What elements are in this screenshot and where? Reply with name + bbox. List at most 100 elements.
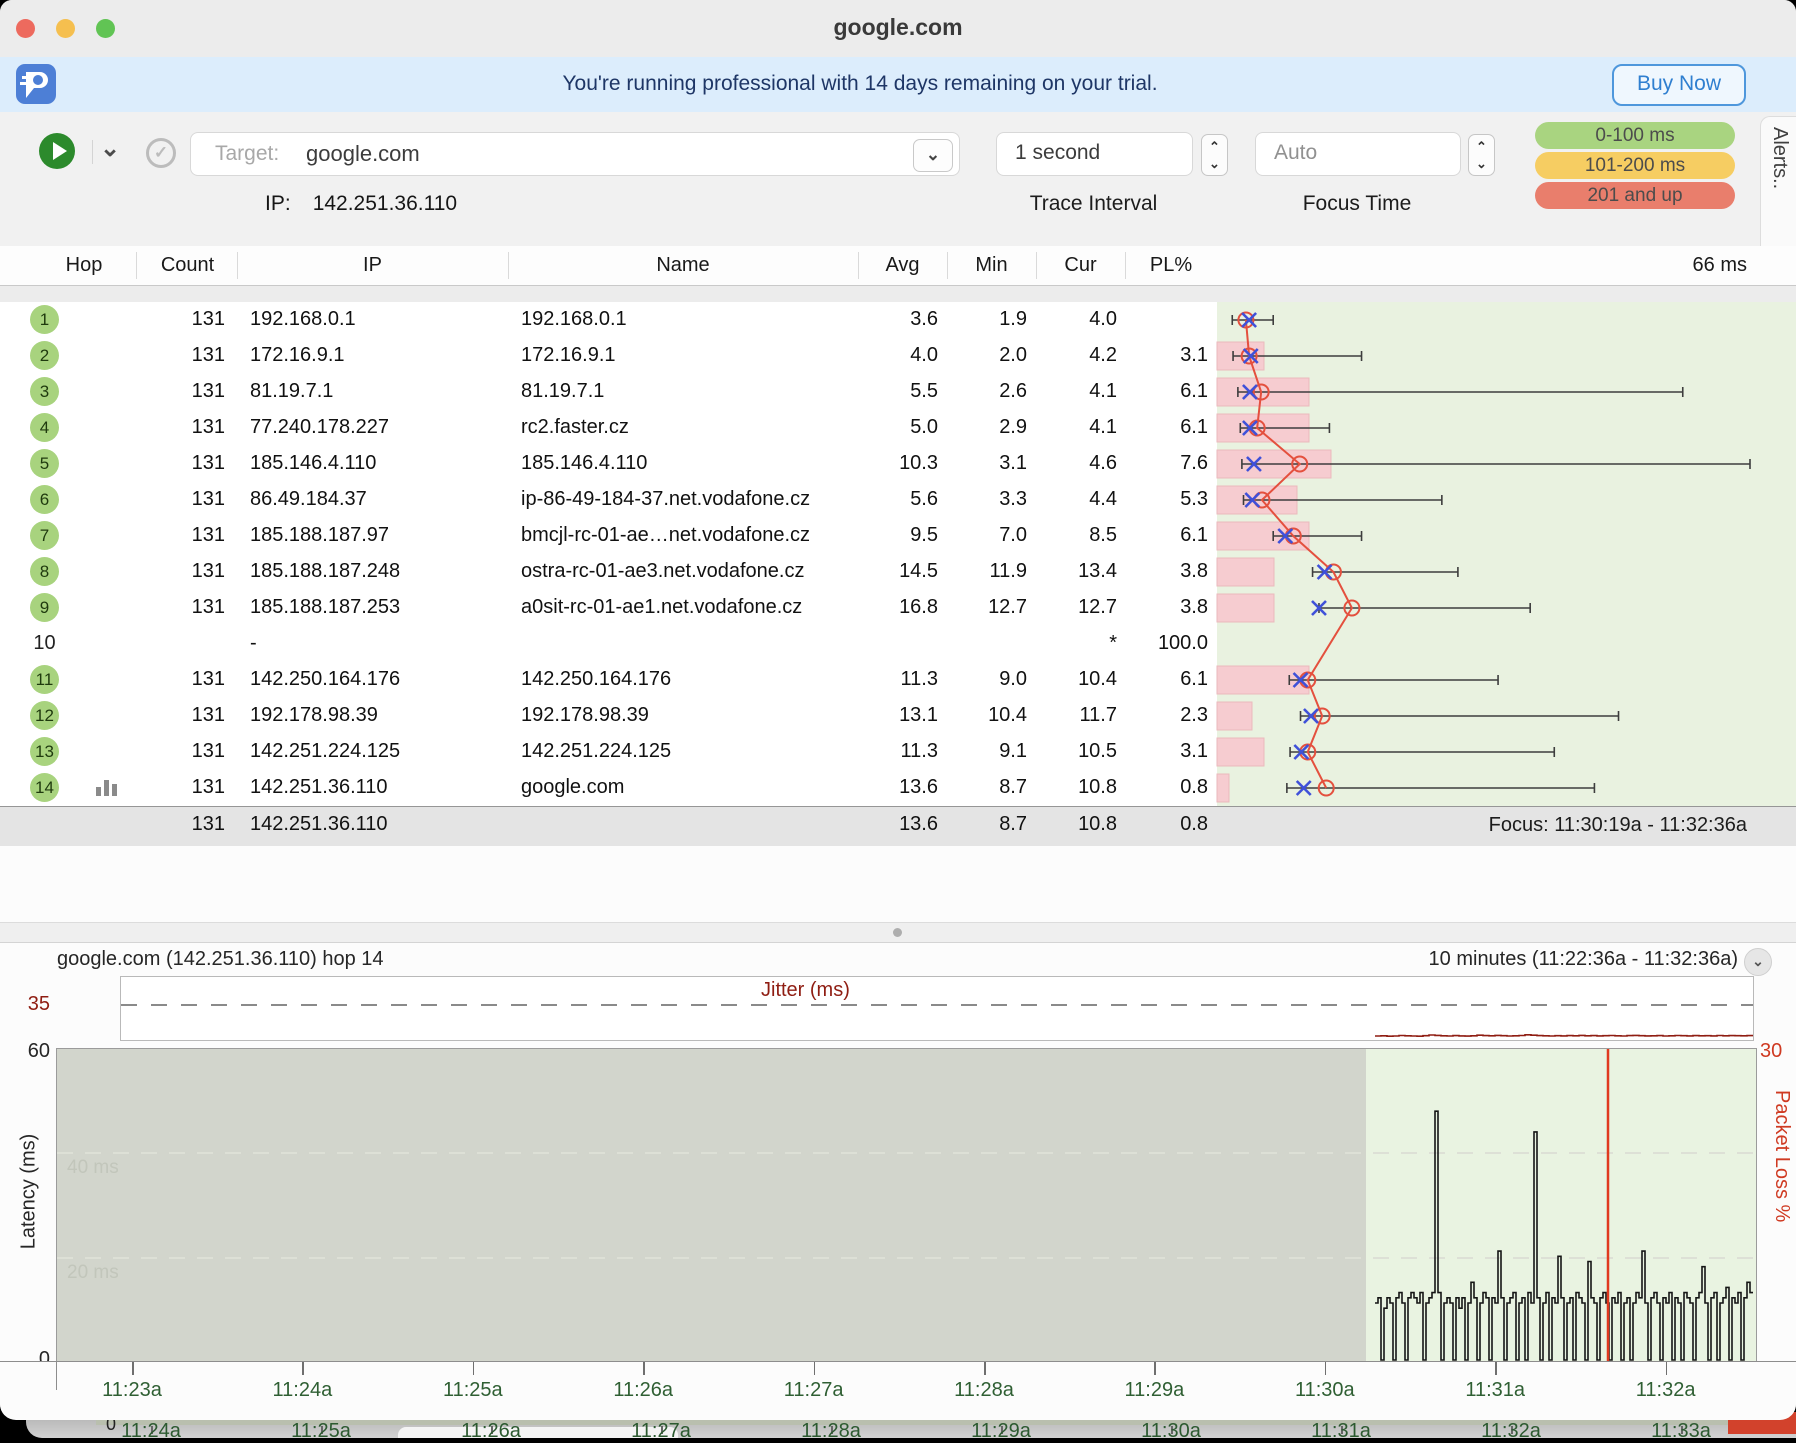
col-pl[interactable]: PL% [1125, 254, 1217, 277]
check-circle-icon[interactable]: ✓ [146, 138, 176, 168]
hop-min: 3.1 [937, 452, 1027, 475]
hop-min: 7.0 [937, 524, 1027, 547]
hop-cur: 12.7 [1027, 596, 1117, 619]
hop-row-4[interactable]: 413177.240.178.227rc2.faster.cz5.02.94.1… [0, 410, 1796, 446]
hop-row-11[interactable]: 11131142.250.164.176142.250.164.17611.39… [0, 662, 1796, 698]
target-input[interactable]: Target: google.com ⌄ [190, 132, 960, 176]
pane-splitter[interactable] [0, 922, 1796, 943]
hop-name: rc2.faster.cz [521, 416, 629, 439]
focus-time-stepper[interactable]: ⌃ ⌄ [1468, 134, 1495, 176]
focus-time-input[interactable]: Auto [1255, 132, 1461, 176]
time-tick-label: 11:27a [769, 1379, 859, 1402]
hop-row-7[interactable]: 7131185.188.187.97bmcjl-rc-01-ae…net.vod… [0, 518, 1796, 554]
time-tick-label: 11:29a [1109, 1379, 1199, 1402]
background-time-tick-label: 11:29a [956, 1420, 1046, 1443]
hop-number: 4 [30, 413, 59, 442]
buy-now-button[interactable]: Buy Now [1612, 64, 1746, 106]
hop-row-6[interactable]: 613186.49.184.37ip-86-49-184-37.net.voda… [0, 482, 1796, 518]
trace-interval-label: Trace Interval [996, 192, 1191, 216]
graph-scale-max: 66 ms [1547, 254, 1747, 277]
background-time-tick-label: 11:32a [1466, 1420, 1556, 1443]
hop-avg: 9.5 [848, 524, 938, 547]
hop-avg: 11.3 [848, 740, 938, 763]
alerts-side-tab[interactable]: Alerts.. [1760, 116, 1796, 248]
summary-row[interactable]: 131 142.251.36.110 13.6 8.7 10.8 0.8 Foc… [0, 806, 1796, 846]
trace-interval-stepper[interactable]: ⌃ ⌄ [1201, 134, 1228, 176]
timeline-range[interactable]: 10 minutes (11:22:36a - 11:32:36a) [1138, 948, 1738, 971]
jitter-chart[interactable]: Jitter (ms) [120, 976, 1754, 1041]
latency-axis-label: Latency (ms) [18, 1127, 41, 1257]
hop-row-2[interactable]: 2131172.16.9.1172.16.9.14.02.04.23.1 [0, 338, 1796, 374]
hop-count: 131 [120, 704, 225, 727]
hop-cur: 4.0 [1027, 308, 1117, 331]
timeline-range-chevron-icon[interactable]: ⌄ [1744, 948, 1772, 976]
hop-row-5[interactable]: 5131185.146.4.110185.146.4.11010.33.14.6… [0, 446, 1796, 482]
hop-number: 11 [30, 665, 59, 694]
stepper-down-icon[interactable]: ⌄ [1469, 157, 1494, 170]
hop-min: 2.6 [937, 380, 1027, 403]
hop-ip: 185.188.187.97 [250, 524, 389, 547]
time-tick-label: 11:28a [939, 1379, 1029, 1402]
col-count[interactable]: Count [138, 254, 237, 277]
background-time-tick-label: 11:25a [276, 1420, 366, 1443]
hop-row-13[interactable]: 13131142.251.224.125142.251.224.12511.39… [0, 734, 1796, 770]
jitter-axis-tick: 35 [0, 993, 50, 1016]
summary-min: 8.7 [937, 813, 1027, 836]
hop-pl: 3.8 [1118, 596, 1208, 619]
hop-name: 142.251.224.125 [521, 740, 671, 763]
trace-interval-input[interactable]: 1 second [996, 132, 1193, 176]
hop-avg: 13.6 [848, 776, 938, 799]
latency-timeline-chart[interactable]: 40 ms 20 ms [56, 1048, 1757, 1363]
hop-row-10[interactable]: 10-*100.0 [0, 626, 1796, 662]
hop-row-14[interactable]: 14131142.251.36.110google.com13.68.710.8… [0, 770, 1796, 806]
trace-options-chevron-icon[interactable]: ⌄ [100, 134, 120, 163]
hop-count: 131 [120, 776, 225, 799]
hop-count: 131 [120, 596, 225, 619]
hop-chart-icon[interactable] [96, 780, 122, 796]
hop-min: 8.7 [937, 776, 1027, 799]
hop-ip: 192.168.0.1 [250, 308, 356, 331]
hop-avg: 5.6 [848, 488, 938, 511]
loss-axis-label: Packet Loss % [1770, 1090, 1793, 1222]
col-cur[interactable]: Cur [1036, 254, 1125, 277]
hop-name: google.com [521, 776, 624, 799]
gridline-20ms-label: 20 ms [67, 1262, 119, 1284]
hop-row-9[interactable]: 9131185.188.187.253a0sit-rc-01-ae1.net.v… [0, 590, 1796, 626]
col-ip[interactable]: IP [237, 254, 508, 277]
col-min[interactable]: Min [947, 254, 1036, 277]
hop-min: 2.9 [937, 416, 1027, 439]
hop-name: bmcjl-rc-01-ae…net.vodafone.cz [521, 524, 810, 547]
hop-row-12[interactable]: 12131192.178.98.39192.178.98.3913.110.41… [0, 698, 1796, 734]
background-time-tick-label: 11:33a [1636, 1420, 1726, 1443]
hop-table-header: Hop Count IP Name Avg Min Cur PL% 66 ms [0, 246, 1796, 286]
hop-row-1[interactable]: 1131192.168.0.1192.168.0.13.61.94.0 [0, 302, 1796, 338]
hop-number: 10 [30, 632, 59, 655]
trial-banner: You're running professional with 14 days… [0, 57, 1796, 112]
time-tick [984, 1362, 986, 1375]
hop-name: 81.19.7.1 [521, 380, 604, 403]
hop-avg: 5.0 [848, 416, 938, 439]
hop-count: 131 [120, 560, 225, 583]
hop-number: 7 [30, 521, 59, 550]
stepper-down-icon[interactable]: ⌄ [1202, 157, 1227, 170]
target-dropdown-button[interactable]: ⌄ [913, 139, 953, 172]
hop-avg: 5.5 [848, 380, 938, 403]
col-hop[interactable]: Hop [30, 254, 138, 277]
stepper-up-icon[interactable]: ⌃ [1202, 140, 1227, 153]
summary-ip: 142.251.36.110 [250, 813, 388, 836]
stepper-up-icon[interactable]: ⌃ [1469, 140, 1494, 153]
hop-row-3[interactable]: 313181.19.7.181.19.7.15.52.64.16.1 [0, 374, 1796, 410]
timeline-title: google.com (142.251.36.110) hop 14 [57, 948, 384, 971]
latency-axis-max: 60 [0, 1040, 50, 1063]
time-axis[interactable]: 11:23a11:24a11:25a11:26a11:27a11:28a11:2… [0, 1361, 1796, 1415]
col-name[interactable]: Name [508, 254, 858, 277]
start-trace-button[interactable] [39, 133, 75, 169]
hop-avg: 16.8 [848, 596, 938, 619]
time-tick [132, 1362, 134, 1375]
time-tick [473, 1362, 475, 1375]
time-tick [302, 1362, 304, 1375]
hop-pl: 6.1 [1118, 380, 1208, 403]
hop-row-8[interactable]: 8131185.188.187.248ostra-rc-01-ae3.net.v… [0, 554, 1796, 590]
col-avg[interactable]: Avg [858, 254, 947, 277]
hop-min: 10.4 [937, 704, 1027, 727]
